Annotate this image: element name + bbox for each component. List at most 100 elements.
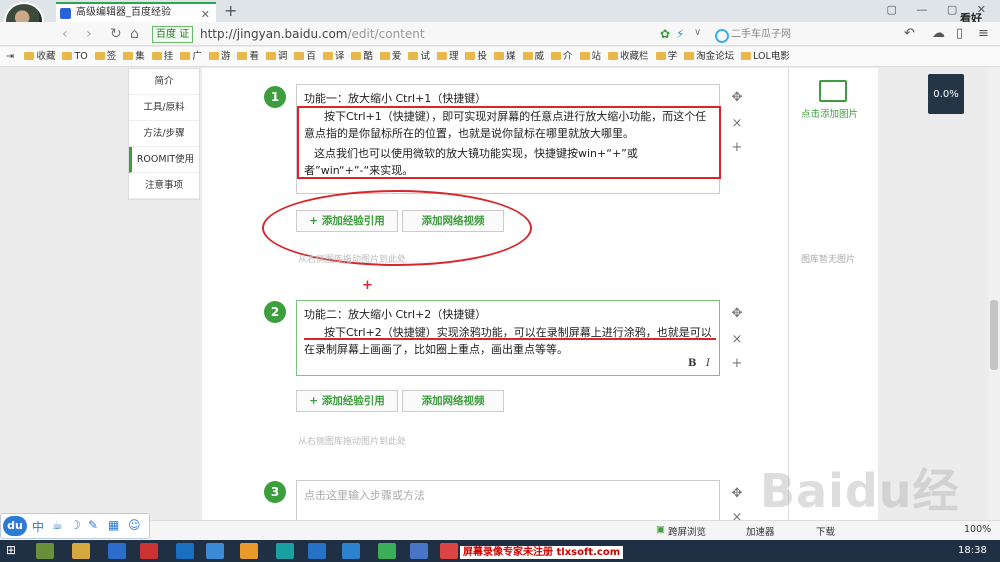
- folder-icon: [62, 52, 73, 60]
- site-verified-badge[interactable]: 百度 证: [152, 26, 194, 43]
- bookmark-item[interactable]: 介: [551, 47, 573, 66]
- taskbar-app-icon[interactable]: [410, 543, 428, 559]
- sidenav-item[interactable]: ROOMIT使用: [129, 147, 199, 173]
- favicon-icon: [60, 8, 71, 19]
- sidenav-item[interactable]: 工具/原料: [129, 95, 199, 121]
- taskbar-app-icon[interactable]: [440, 543, 458, 559]
- step-number: 1: [264, 86, 286, 108]
- bookmark-item[interactable]: 学: [655, 47, 677, 66]
- side-nav: 简介 工具/原料 方法/步骤 ROOMIT使用 注意事项: [128, 68, 200, 200]
- bookmark-item[interactable]: 签: [94, 47, 116, 66]
- accelerator-button[interactable]: 加速器: [746, 524, 775, 538]
- bookmark-item[interactable]: 站: [579, 47, 601, 66]
- pen-icon[interactable]: ✎: [88, 518, 98, 532]
- drag-icon[interactable]: ✥: [730, 90, 744, 105]
- bookmark-item[interactable]: 收藏: [24, 47, 55, 66]
- chinese-mode-icon[interactable]: 中: [32, 518, 44, 535]
- zoom-level[interactable]: 100%: [964, 524, 991, 535]
- refresh-icon[interactable]: ↻: [110, 26, 122, 42]
- bookmark-item[interactable]: 译: [322, 47, 344, 66]
- taskbar-app-icon[interactable]: [378, 543, 396, 559]
- taskbar-app-icon[interactable]: [36, 543, 54, 559]
- url-field[interactable]: http://jingyan.baidu.com/edit/content: [200, 27, 425, 41]
- bookmark-item[interactable]: 百: [294, 47, 316, 66]
- chevron-down-icon[interactable]: ∨: [694, 27, 701, 38]
- bookmark-item[interactable]: 威: [522, 47, 544, 66]
- bookmark-label: 百: [306, 51, 316, 62]
- taskbar-app-icon[interactable]: [72, 543, 90, 559]
- bookmark-item[interactable]: 媒: [493, 47, 516, 66]
- add-image-icon[interactable]: [819, 80, 847, 102]
- bookmark-item[interactable]: 淘金论坛: [684, 47, 734, 66]
- bookmarks-toggle-icon[interactable]: ⇥: [6, 47, 14, 66]
- bookmark-item[interactable]: 集: [123, 47, 145, 66]
- undo-icon[interactable]: ↶: [904, 26, 915, 41]
- italic-button[interactable]: I: [706, 358, 710, 369]
- add-step-button[interactable]: +: [730, 356, 744, 371]
- phone-icon[interactable]: ▯: [956, 26, 963, 41]
- bookmark-item[interactable]: 试: [408, 47, 430, 66]
- baidu-ime-icon[interactable]: du: [3, 516, 27, 536]
- sidenav-item[interactable]: 注意事项: [129, 173, 199, 199]
- cross-screen-button[interactable]: 跨屏浏览: [668, 524, 706, 538]
- bookmark-item[interactable]: 酷: [351, 47, 373, 66]
- taskbar-app-icon[interactable]: [308, 543, 326, 559]
- status-bar: [0, 520, 1000, 540]
- drag-hint: 从右侧图库拖动图片到此处: [298, 437, 407, 447]
- taskbar-app-icon[interactable]: [176, 543, 194, 559]
- sidenav-item[interactable]: 简介: [129, 69, 199, 95]
- bookmark-item[interactable]: 投: [465, 47, 487, 66]
- step-placeholder[interactable]: 点击这里输入步骤或方法: [304, 487, 425, 503]
- cloud-icon[interactable]: ☁: [932, 26, 945, 41]
- new-tab-icon[interactable]: +: [224, 1, 237, 20]
- drag-icon[interactable]: ✥: [730, 306, 744, 321]
- moon-icon[interactable]: ☽: [70, 518, 81, 532]
- taskbar-app-icon[interactable]: [140, 543, 158, 559]
- lightning-icon[interactable]: ⚡: [676, 27, 684, 41]
- bookmark-item[interactable]: 理: [436, 47, 458, 66]
- tab-active[interactable]: 高级编辑器_百度经验 ✕: [56, 2, 216, 22]
- bookmark-item[interactable]: 看: [237, 47, 259, 66]
- forward-icon[interactable]: ›: [86, 26, 92, 42]
- bookmark-item[interactable]: TO: [62, 47, 88, 66]
- home-icon[interactable]: ⌂: [130, 26, 139, 42]
- add-citation-button[interactable]: + 添加经验引用: [296, 390, 398, 412]
- search-input[interactable]: 二手车瓜子网: [713, 26, 893, 43]
- add-video-button[interactable]: 添加网络视频: [402, 390, 504, 412]
- taskbar-app-icon[interactable]: [342, 543, 360, 559]
- scrollbar-thumb[interactable]: [990, 300, 998, 370]
- bookmark-item[interactable]: 爱: [379, 47, 401, 66]
- close-icon[interactable]: ✕: [201, 6, 210, 22]
- taskbar-app-icon[interactable]: [240, 543, 258, 559]
- cross-screen-icon[interactable]: ▣: [656, 524, 665, 535]
- add-image-link[interactable]: 点击添加图片: [801, 106, 858, 120]
- taskbar-app-icon[interactable]: [108, 543, 126, 559]
- bookmark-label: 看: [249, 51, 259, 62]
- bookmark-item[interactable]: 游: [208, 47, 230, 66]
- taskbar-app-icon[interactable]: [206, 543, 224, 559]
- start-icon[interactable]: ⊞: [6, 543, 16, 557]
- bookmark-item[interactable]: 调: [265, 47, 287, 66]
- bookmark-item[interactable]: 挂: [151, 47, 173, 66]
- add-step-button[interactable]: +: [730, 140, 744, 155]
- back-icon[interactable]: ‹: [62, 26, 68, 42]
- menu-icon[interactable]: ≡: [978, 26, 989, 41]
- clock[interactable]: 18:38: [958, 545, 987, 556]
- grid-icon[interactable]: ▦: [108, 518, 119, 532]
- sidenav-item[interactable]: 方法/步骤: [129, 121, 199, 147]
- bookmark-item[interactable]: LOL电影: [741, 47, 790, 66]
- punctuation-icon[interactable]: ☕: [52, 518, 63, 532]
- delete-step-icon[interactable]: ×: [730, 332, 744, 347]
- bookmark-item[interactable]: 广: [180, 47, 202, 66]
- security-icon[interactable]: ✿: [660, 27, 670, 41]
- window-controls[interactable]: ▢ — ▢ ✕: [887, 3, 995, 16]
- bookmark-item[interactable]: 收藏栏: [608, 47, 649, 66]
- folder-icon: [465, 52, 476, 60]
- folder-icon: [522, 52, 533, 60]
- download-button[interactable]: 下载: [816, 524, 835, 538]
- emoji-icon[interactable]: ☺: [128, 518, 141, 532]
- delete-step-icon[interactable]: ×: [730, 116, 744, 131]
- bold-button[interactable]: B: [688, 358, 696, 369]
- drag-icon[interactable]: ✥: [730, 486, 744, 501]
- taskbar-app-icon[interactable]: [276, 543, 294, 559]
